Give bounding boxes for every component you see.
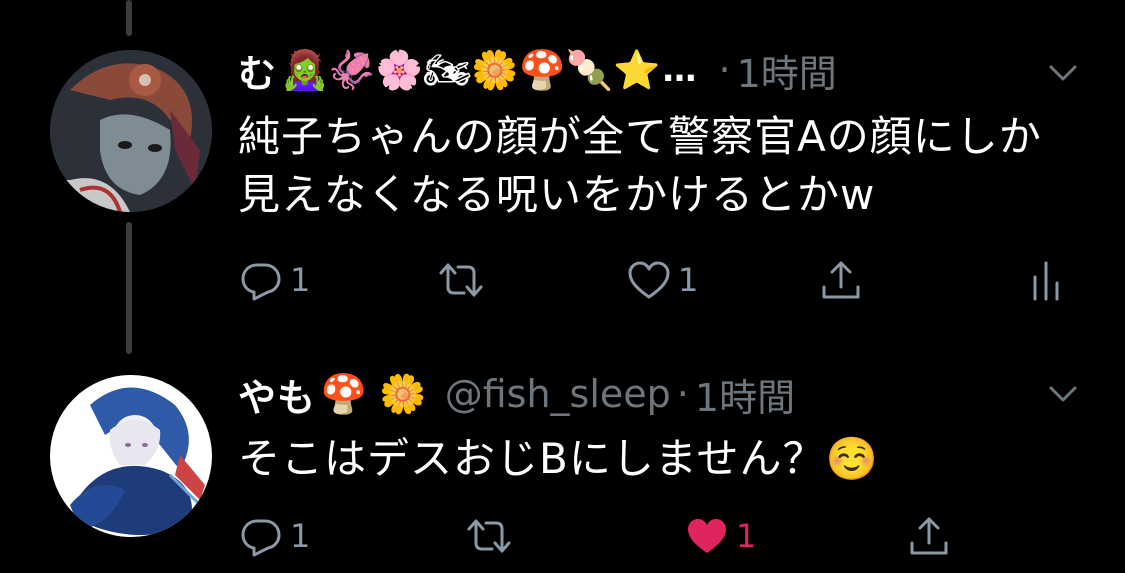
- share-icon: [910, 517, 948, 555]
- like-count: 1: [678, 261, 699, 299]
- avatar-image: [50, 375, 212, 537]
- display-name[interactable]: む: [238, 43, 277, 98]
- timestamp[interactable]: 1時間: [737, 43, 837, 98]
- tweet-header: やも 🍄 🌼 @fish_sleep · 1時間: [238, 364, 795, 424]
- timestamp[interactable]: 1時間: [695, 367, 795, 422]
- tweet-text: 純子ちゃんの顔が全て警察官Aの顔にしか 見えなくなる呪いをかけるとかw: [238, 108, 1098, 224]
- tweet-actions: 1 1: [238, 508, 1078, 564]
- avatar-image: [50, 50, 212, 212]
- tweet-header: む 🧟‍♀️🦑🌸🏍🌼🍄🍡⭐ … · 1時間: [238, 40, 837, 100]
- tweet-text: そこはデスおじBにしません？☺️: [238, 430, 1098, 488]
- avatar[interactable]: [50, 50, 212, 212]
- chevron-down-icon[interactable]: [1045, 376, 1081, 412]
- like-button[interactable]: 1: [626, 252, 698, 308]
- retweet-button[interactable]: [466, 508, 518, 564]
- analytics-button[interactable]: [1023, 252, 1069, 308]
- reply-button[interactable]: 1: [238, 508, 310, 564]
- tweet-text-line: 見えなくなる呪いをかけるとかw: [238, 170, 876, 219]
- display-name[interactable]: やも: [238, 367, 316, 422]
- analytics-icon: [1033, 261, 1059, 301]
- separator-dot: ·: [676, 372, 689, 416]
- name-emojis: 🍄 🌼: [320, 371, 427, 416]
- heart-outline-icon: [628, 261, 670, 299]
- reply-icon: [241, 519, 281, 557]
- avatar[interactable]: [50, 375, 212, 537]
- retweet-button[interactable]: [438, 252, 490, 308]
- retweet-icon: [439, 263, 483, 297]
- share-button[interactable]: [906, 508, 952, 564]
- like-button[interactable]: 1: [684, 508, 756, 564]
- separator-dot: ·: [718, 48, 731, 92]
- reply-icon: [241, 263, 281, 301]
- tweet-2[interactable]: やも 🍄 🌼 @fish_sleep · 1時間 そこはデスおじBにしません？☺…: [0, 340, 1125, 573]
- tweet-1[interactable]: む 🧟‍♀️🦑🌸🏍🌼🍄🍡⭐ … · 1時間 純子ちゃんの顔が全て警察官Aの顔にし…: [0, 0, 1125, 330]
- name-truncation: …: [662, 50, 697, 90]
- share-button[interactable]: [818, 252, 864, 308]
- reply-count: 1: [290, 517, 311, 555]
- retweet-icon: [467, 519, 511, 553]
- like-count: 1: [736, 517, 757, 555]
- share-icon: [822, 261, 860, 299]
- tweet-thread: む 🧟‍♀️🦑🌸🏍🌼🍄🍡⭐ … · 1時間 純子ちゃんの顔が全て警察官Aの顔にし…: [0, 0, 1125, 573]
- tweet-text-line: 純子ちゃんの顔が全て警察官Aの顔にしか: [238, 112, 1042, 161]
- reply-count: 1: [290, 261, 311, 299]
- handle[interactable]: @fish_sleep: [445, 372, 671, 416]
- chevron-down-icon[interactable]: [1045, 55, 1081, 91]
- heart-filled-icon: [688, 519, 726, 553]
- name-emojis: 🧟‍♀️🦑🌸🏍🌼🍄🍡⭐: [281, 47, 661, 92]
- tweet-actions: 1 1: [238, 252, 1078, 308]
- reply-button[interactable]: 1: [238, 252, 310, 308]
- tweet-text-line: そこはデスおじBにしません？☺️: [238, 434, 879, 483]
